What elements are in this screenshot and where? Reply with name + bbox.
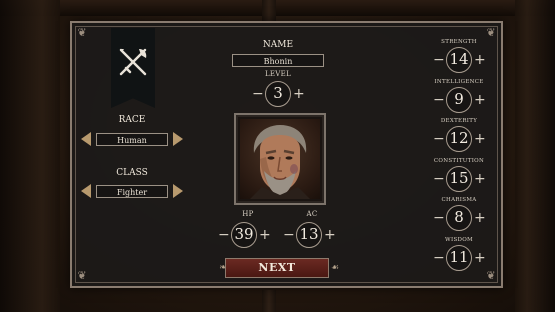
level-label: LEVEL <box>264 70 292 78</box>
stat-plus-button[interactable]: + <box>474 132 486 146</box>
next-button[interactable]: NEXT <box>225 258 329 278</box>
stat-plus-button[interactable]: + <box>474 93 486 107</box>
stat-value: 14 <box>446 47 472 73</box>
race-value: Human <box>96 133 168 146</box>
stat-minus-button[interactable]: − <box>433 93 445 107</box>
level-minus-button[interactable]: − <box>252 87 264 101</box>
stat-value: 11 <box>446 244 472 271</box>
stat-value: 12 <box>446 126 472 152</box>
stat-minus-button[interactable]: − <box>433 211 445 225</box>
name-label: NAME <box>262 40 294 50</box>
stat-plus-button[interactable]: + <box>474 251 486 265</box>
character-portrait <box>240 119 320 199</box>
ac-label: AC <box>306 210 318 218</box>
class-value: Fighter <box>96 185 168 198</box>
stat-value: 9 <box>446 86 472 113</box>
race-label: RACE <box>118 115 146 125</box>
level-value: 3 <box>265 81 291 107</box>
stat-minus-button[interactable]: − <box>433 251 445 265</box>
name-input[interactable]: Bhonin <box>232 54 324 67</box>
race-prev-button[interactable] <box>81 132 91 146</box>
corner-ornament-icon: ❦ <box>77 26 87 39</box>
stat-plus-button[interactable]: + <box>474 172 486 186</box>
character-creation-panel: ❦ ❦ ❦ ❦ RACE Human CLASS Fighter NAME Bh… <box>70 21 503 288</box>
stat-plus-button[interactable]: + <box>474 211 486 225</box>
corner-ornament-icon: ❦ <box>486 269 496 282</box>
background-wall-right <box>515 0 555 312</box>
stat-label: WISDOM <box>445 236 473 243</box>
hp-label: HP <box>242 210 254 218</box>
next-ornament-right-icon: ☙ <box>330 263 340 273</box>
class-prev-button[interactable] <box>81 184 91 198</box>
stat-minus-button[interactable]: − <box>433 132 445 146</box>
background-wall-left <box>0 0 60 312</box>
hp-minus-button[interactable]: − <box>218 228 230 242</box>
background-beam-top <box>0 0 555 16</box>
stat-label: STRENGTH <box>441 39 477 45</box>
stat-plus-button[interactable]: + <box>474 53 486 67</box>
stat-label: INTELLIGENCE <box>434 78 484 85</box>
stat-value: 15 <box>446 165 472 192</box>
ac-value: 13 <box>296 222 322 248</box>
stat-minus-button[interactable]: − <box>433 172 445 186</box>
class-banner <box>111 28 155 108</box>
class-label: CLASS <box>116 168 148 178</box>
stat-label: CONSTITUTION <box>433 157 485 164</box>
hp-value: 39 <box>231 222 257 248</box>
corner-ornament-icon: ❦ <box>486 26 496 39</box>
background-post-bottom <box>262 290 276 312</box>
ac-minus-button[interactable]: − <box>283 228 295 242</box>
stat-label: DEXTERITY <box>440 118 478 124</box>
corner-ornament-icon: ❦ <box>77 269 87 282</box>
stat-minus-button[interactable]: − <box>433 53 445 67</box>
crossed-sword-and-axe-icon <box>119 48 147 76</box>
stat-label: CHARISMA <box>441 197 477 203</box>
race-next-button[interactable] <box>173 132 183 146</box>
hp-plus-button[interactable]: + <box>259 228 271 242</box>
ac-plus-button[interactable]: + <box>324 228 336 242</box>
stat-value: 8 <box>446 205 472 231</box>
portrait-image <box>250 125 310 199</box>
background-post-top <box>262 0 276 22</box>
portrait-frame <box>234 113 326 205</box>
class-next-button[interactable] <box>173 184 183 198</box>
level-plus-button[interactable]: + <box>293 87 305 101</box>
